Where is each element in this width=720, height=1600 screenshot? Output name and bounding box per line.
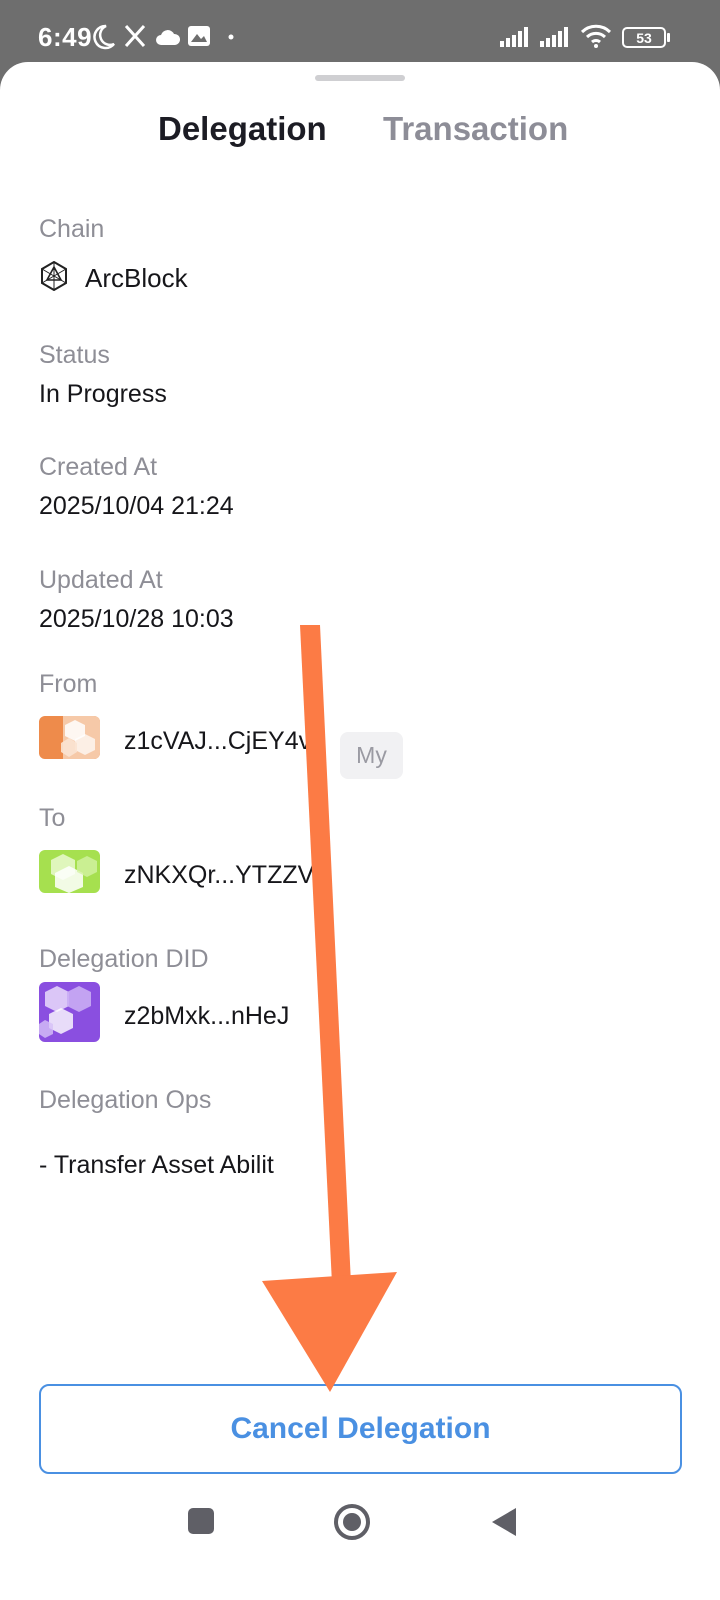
- updated-at-value: 2025/10/28 10:03: [39, 605, 234, 633]
- to-address[interactable]: zNKXQr...YTZZV: [124, 861, 314, 890]
- wifi-icon: [580, 24, 612, 48]
- to-label: To: [39, 804, 66, 832]
- my-badge: My: [340, 732, 403, 779]
- square-recents-icon[interactable]: [187, 1507, 215, 1535]
- battery-icon: 53: [622, 27, 666, 48]
- delegation-did-value[interactable]: z2bMxk...nHeJ: [124, 1002, 289, 1031]
- tab-delegation[interactable]: Delegation: [158, 110, 327, 148]
- moon-icon: [93, 24, 115, 50]
- signal-icon: [500, 27, 528, 47]
- chain-value: ArcBlock: [85, 263, 188, 293]
- cancel-delegation-button[interactable]: Cancel Delegation: [39, 1384, 682, 1474]
- from-address[interactable]: z1cVAJ...CjEY4v: [124, 727, 311, 756]
- status-value: In Progress: [39, 380, 167, 408]
- dot-icon: [228, 34, 234, 40]
- delegation-ops-label: Delegation Ops: [39, 1086, 212, 1114]
- to-avatar: [39, 850, 100, 893]
- drag-handle[interactable]: [315, 75, 405, 81]
- delegation-did-label: Delegation DID: [39, 945, 209, 973]
- cloud-icon: [156, 30, 181, 45]
- delegation-ops-item: - Transfer Asset Abilit: [39, 1151, 274, 1179]
- from-avatar: [39, 716, 100, 759]
- status-label: Status: [39, 341, 110, 369]
- created-at-value: 2025/10/04 21:24: [39, 492, 234, 520]
- circle-home-icon[interactable]: [333, 1503, 371, 1541]
- from-label: From: [39, 670, 98, 698]
- tab-transaction[interactable]: Transaction: [383, 110, 568, 148]
- gallery-icon: [188, 26, 210, 46]
- signal-icon: [540, 27, 568, 47]
- created-at-label: Created At: [39, 453, 158, 481]
- x-icon: [124, 24, 146, 48]
- delegation-did-avatar: [39, 982, 100, 1042]
- arcblock-icon: [41, 261, 67, 291]
- updated-at-label: Updated At: [39, 566, 163, 594]
- triangle-back-icon[interactable]: [490, 1507, 518, 1537]
- status-time: 6:49: [38, 22, 93, 52]
- status-bar: 6:49 53: [0, 0, 720, 62]
- chain-label: Chain: [39, 215, 105, 243]
- battery-level: 53: [636, 29, 652, 46]
- delegation-sheet: Delegation Transaction Chain ArcBlock St…: [0, 62, 720, 1600]
- battery-tip: [667, 33, 670, 42]
